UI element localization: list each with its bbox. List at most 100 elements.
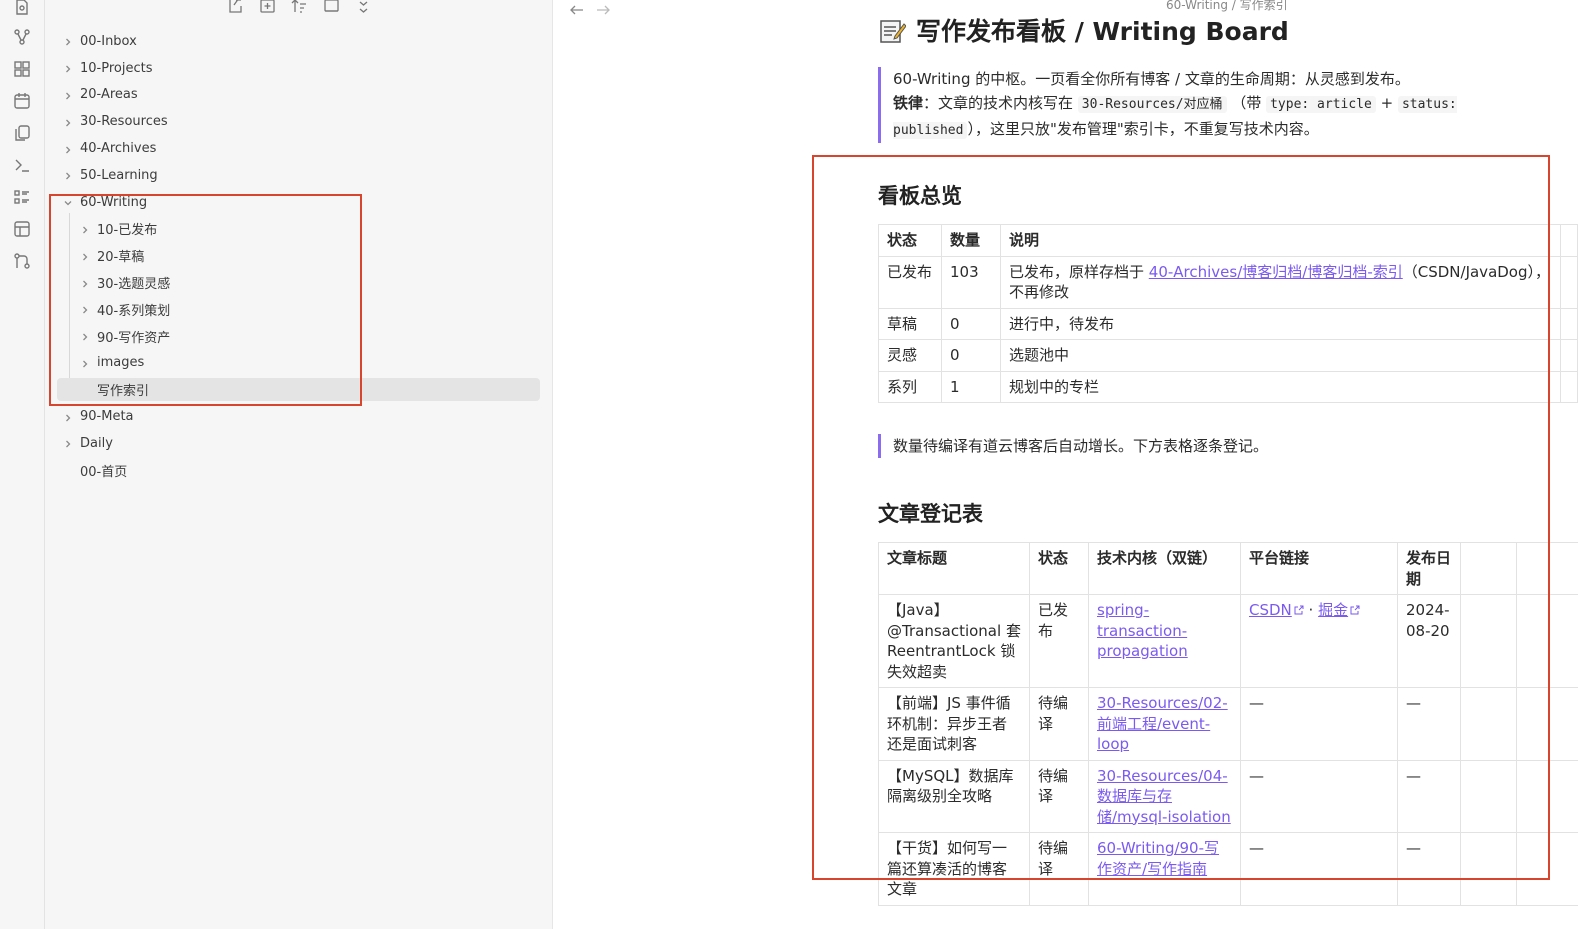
tree-file[interactable]: 00-首页 — [45, 457, 552, 484]
core-link-cell: 60-Writing/90-写作资产/写作指南 — [1088, 832, 1241, 906]
csdn-link[interactable]: CSDN — [1249, 601, 1292, 619]
grid-icon[interactable] — [13, 60, 31, 78]
calendar-icon[interactable] — [13, 92, 31, 110]
count-cell: 103 — [941, 255, 1001, 309]
register-row: 【前端】JS 事件循环机制：异步王者还是面试刺客 待编译 30-Resources/… — [878, 687, 1578, 761]
overview-table: 状态 数量 说明 已发布 103 已发布，原样存档于 40-Archives/博客归档/… — [878, 224, 1578, 403]
core-link[interactable]: 30-Resources/02-前端工程/event-loop — [1097, 694, 1228, 753]
desc-text: 进行中，待发布 — [1009, 314, 1115, 333]
core-link[interactable]: spring-transaction-propagation — [1097, 601, 1188, 660]
tree-item-label: 00-Inbox — [80, 33, 137, 49]
external-link-icon — [1294, 605, 1304, 615]
register-header: 状态 — [1029, 542, 1089, 595]
chevron-right-icon[interactable] — [63, 412, 73, 422]
core-link[interactable]: 30-Resources/04-数据库与存储/mysql-isolation — [1097, 767, 1231, 826]
chevron-right-icon[interactable] — [80, 304, 90, 314]
article-status-cell: 待编译 — [1029, 832, 1089, 906]
nav-buttons — [570, 0, 610, 19]
chevron-right-icon[interactable] — [63, 63, 73, 73]
overview-row: 草稿 0 进行中，待发布 — [878, 307, 1578, 340]
tree-folder[interactable]: Daily — [45, 430, 552, 457]
terminal-icon[interactable] — [13, 156, 31, 174]
memo-icon — [880, 20, 906, 43]
rule-text: ），这里只放"发布管理"索引卡，不重复写技术内容。 — [967, 120, 1319, 138]
tree-item-label: 90-Meta — [80, 409, 134, 425]
git-icon[interactable] — [13, 252, 31, 270]
core-link[interactable]: 60-Writing/90-写作资产/写作指南 — [1097, 839, 1219, 878]
close-icon[interactable] — [353, 0, 373, 16]
chevron-right-icon[interactable] — [63, 90, 73, 100]
tree-item-label: 60-Writing — [80, 194, 148, 210]
overview-row: 灵感 0 选题池中 — [878, 339, 1578, 372]
sort-icon[interactable] — [289, 0, 309, 16]
date-cell: — — [1397, 687, 1461, 761]
empty-cell — [1460, 594, 1517, 688]
chevron-right-icon[interactable] — [80, 251, 90, 261]
note-text: 数量待编译有道云博客后自动增长。下方表格逐条登记。 — [893, 437, 1269, 455]
code-resources: 30-Resources/对应桶 — [1077, 96, 1227, 113]
date-cell: — — [1397, 759, 1461, 833]
left-ribbon — [0, 0, 45, 929]
tree-file[interactable]: 写作索引 — [45, 376, 552, 403]
tree-item-label: 20-Areas — [80, 87, 138, 103]
chevron-right-icon[interactable] — [63, 438, 73, 448]
list-icon[interactable] — [13, 188, 31, 206]
new-note-icon[interactable] — [13, 0, 31, 16]
empty-cell — [1460, 687, 1517, 761]
count-cell: 1 — [941, 370, 1001, 403]
graph-icon[interactable] — [13, 28, 31, 46]
empty-cell — [1516, 832, 1578, 906]
tree-subfolder[interactable]: 20-草稿 — [45, 242, 552, 269]
core-link-cell: 30-Resources/04-数据库与存储/mysql-isolation — [1088, 759, 1241, 833]
platform-cell: — — [1240, 759, 1398, 833]
chevron-right-icon[interactable] — [80, 331, 90, 341]
tree-subfolder[interactable]: 10-已发布 — [45, 216, 552, 243]
tree-subfolder[interactable]: images — [45, 350, 552, 377]
tree-folder[interactable]: 90-Meta — [45, 403, 552, 430]
new-note-icon[interactable] — [225, 0, 245, 16]
chevron-right-icon[interactable] — [63, 144, 73, 154]
chevron-right-icon[interactable] — [80, 278, 90, 288]
count-cell: 0 — [941, 339, 1001, 372]
chevron-right-icon[interactable] — [80, 358, 90, 368]
copy-icon[interactable] — [13, 124, 31, 142]
tree-item-label: images — [97, 355, 145, 371]
article-status-cell: 待编译 — [1029, 759, 1089, 833]
rule-text: （带 — [1226, 94, 1267, 112]
desc-text: 规划中的专栏 — [1009, 377, 1100, 396]
chevron-right-icon[interactable] — [63, 170, 73, 180]
tree-folder[interactable]: 20-Areas — [45, 82, 552, 109]
chevron-right-icon[interactable] — [63, 117, 73, 127]
empty-cell — [1560, 339, 1578, 372]
tree-subfolder[interactable]: 40-系列策划 — [45, 296, 552, 323]
tree-folder[interactable]: 60-Writing — [45, 189, 552, 216]
empty-cell — [1460, 759, 1517, 833]
tree-item-label: 40-Archives — [80, 141, 157, 157]
table-icon[interactable] — [13, 220, 31, 238]
tree-folder[interactable]: 50-Learning — [45, 162, 552, 189]
tree-item-label: 20-草稿 — [97, 250, 145, 266]
chevron-right-icon[interactable] — [63, 36, 73, 46]
forward-arrow-icon[interactable] — [596, 0, 610, 19]
status-cell: 灵感 — [878, 339, 942, 372]
new-folder-icon[interactable] — [257, 0, 277, 16]
chevron-down-icon[interactable] — [63, 197, 73, 207]
back-arrow-icon[interactable] — [570, 0, 584, 19]
desc-cell: 选题池中 — [1000, 339, 1561, 372]
collapse-icon[interactable] — [321, 0, 341, 16]
article-title-cell: 【干货】如何写一篇还算凑活的博客文章 — [878, 832, 1030, 906]
rule-line: 铁律：文章的技术内核写在 30-Resources/对应桶 （带 type: a… — [893, 91, 1513, 143]
tree-subfolder[interactable]: 30-选题灵感 — [45, 269, 552, 296]
tree-folder[interactable]: 30-Resources — [45, 108, 552, 135]
tree-folder[interactable]: 40-Archives — [45, 135, 552, 162]
tree-folder[interactable]: 10-Projects — [45, 55, 552, 82]
tree-subfolder[interactable]: 90-写作资产 — [45, 323, 552, 350]
tree-folder[interactable]: 00-Inbox — [45, 28, 552, 55]
register-row: 【MySQL】数据库隔离级别全攻略 待编译 30-Resources/04-数据库与… — [878, 759, 1578, 833]
register-header: 发布日期 — [1397, 542, 1461, 595]
rule-label: 铁律 — [893, 94, 924, 112]
juejin-link[interactable]: 掘金 — [1318, 601, 1348, 619]
empty-cell — [1560, 307, 1578, 340]
chevron-right-icon[interactable] — [80, 224, 90, 234]
archive-index-link[interactable]: 40-Archives/博客归档/博客归档-索引 — [1149, 263, 1403, 281]
